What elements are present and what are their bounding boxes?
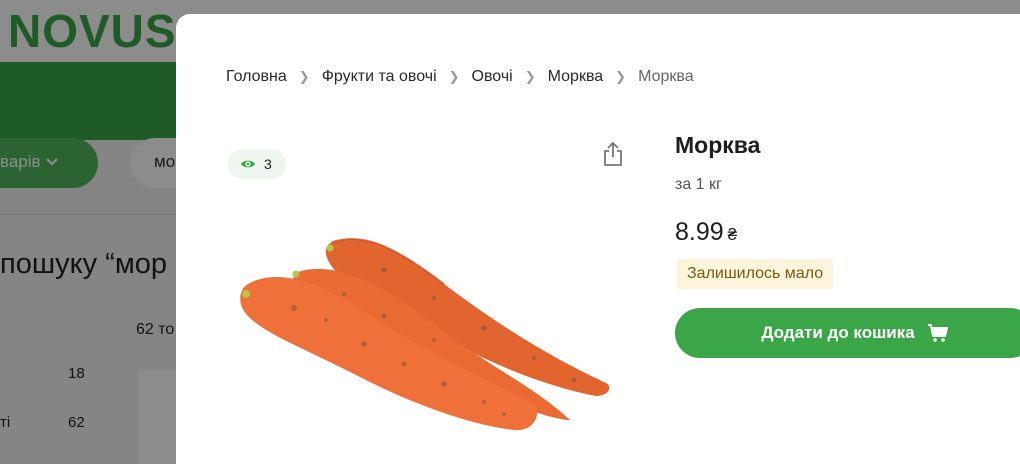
product-image (234, 224, 624, 454)
chevron-right-icon: ❯ (448, 69, 460, 84)
breadcrumb: Головна ❯ Фрукти та овочі ❯ Овочі ❯ Морк… (226, 68, 694, 86)
add-to-cart-label: Додати до кошика (761, 323, 915, 342)
chevron-right-icon: ❯ (615, 69, 627, 84)
breadcrumb-home[interactable]: Головна (226, 68, 287, 86)
chevron-right-icon: ❯ (524, 69, 536, 84)
share-button[interactable] (600, 140, 626, 168)
stock-status-badge: Залишилось мало (677, 259, 834, 289)
breadcrumb-fruits-vegetables[interactable]: Фрукти та овочі (322, 68, 437, 86)
product-unit: за 1 кг (675, 176, 722, 193)
product-title: Морква (675, 132, 761, 158)
views-badge: 3 (228, 149, 286, 179)
breadcrumb-current: Морква (638, 68, 694, 85)
breadcrumb-vegetables[interactable]: Овочі (472, 68, 513, 86)
product-price: 8.99 ₴ (675, 218, 737, 247)
product-modal: Головна ❯ Фрукти та овочі ❯ Овочі ❯ Морк… (176, 14, 1020, 464)
share-icon (604, 142, 622, 166)
eye-icon (241, 160, 255, 168)
add-to-cart-button[interactable]: Додати до кошика (675, 308, 1020, 358)
price-value: 8.99 (675, 218, 724, 246)
price-currency: ₴ (727, 225, 738, 244)
cart-icon (927, 324, 948, 342)
chevron-right-icon: ❯ (298, 69, 310, 84)
views-count: 3 (264, 156, 272, 172)
breadcrumb-carrot-category[interactable]: Морква (548, 68, 604, 86)
